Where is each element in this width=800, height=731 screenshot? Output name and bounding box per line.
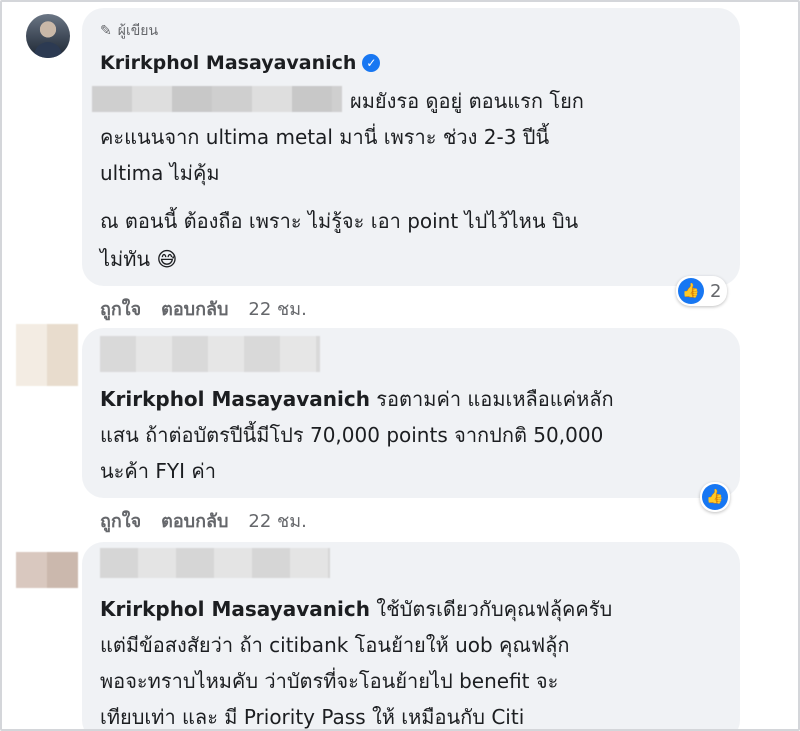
thumbs-up-icon: 👍 [702,484,728,510]
reaction-summary[interactable]: 👍 2 [676,276,728,306]
mention-name[interactable]: Krirkphol Masayavanich [100,597,370,621]
author-badge: ✎ ผู้เขียน [100,20,158,42]
verified-badge-icon: ✓ [362,54,381,72]
reaction-summary[interactable]: 👍 [700,482,730,512]
comment-text-line: ultima ไม่คุ้ม [100,161,220,185]
author-tag-label: ผู้เขียน [117,23,159,39]
comment-text-line: ไม่ทัน 😅 [100,247,178,271]
comment-text-line: นะค้า FYI ค่า [100,459,216,483]
comment-text-line: ณ ตอนนี้ ต้องถือ เพราะ ไม่รู้จะ เอา poin… [100,209,579,233]
thumbs-up-icon: 👍 [678,278,704,304]
reply-button[interactable]: ตอบกลับ [161,506,228,535]
comment-text-line: คะแนนจาก ultima metal มานี่ เพราะ ช่วง 2… [100,125,550,149]
comment-text-line: พอจะทราบไหมคับ ว่าบัตรที่จะโอนย้ายไป ben… [100,669,559,693]
comment-text-line: Krirkphol Masayavanich รอตามค่า แอมเหลือ… [100,380,614,418]
user-avatar-redacted[interactable] [16,552,78,588]
reply-button[interactable]: ตอบกลับ [161,294,228,323]
user-avatar-redacted[interactable] [16,324,78,386]
comment-timestamp[interactable]: 22 ชม. [248,294,306,323]
comment-actions: ถูกใจ ตอบกลับ 22 ชม. [100,506,307,535]
author-name[interactable]: Krirkphol Masayavanich [100,52,356,74]
like-button[interactable]: ถูกใจ [100,294,141,323]
comment-thread: ✎ ผู้เขียน Krirkphol Masayavanich ✓ ผมยั… [0,0,800,731]
comment-actions: ถูกใจ ตอบกลับ 22 ชม. [100,294,307,323]
comment-text-line: เทียบเท่า และ มี Priority Pass ให้ เหมือ… [100,705,525,729]
redacted-mention [92,86,342,112]
comment-text-line: ผมยังรอ ดูอยู่ ตอนแรก โยก [350,89,584,113]
redacted-username [100,336,320,372]
comment-text: รอตามค่า แอมเหลือแค่หลัก [376,387,614,411]
like-button[interactable]: ถูกใจ [100,506,141,535]
reaction-count: 2 [710,280,722,302]
redacted-username [100,548,330,578]
comment-text: ใช้บัตรเดียวกับคุณฟลุ้คครับ [376,597,613,621]
comment-text-line: Krirkphol Masayavanich ใช้บัตรเดียวกับคุ… [100,590,612,628]
pen-icon: ✎ [100,23,112,39]
comment-author-name[interactable]: Krirkphol Masayavanich ✓ [100,52,381,74]
author-avatar[interactable] [26,14,70,58]
comment-timestamp[interactable]: 22 ชม. [248,506,306,535]
comment-text-line: แต่มีข้อสงสัยว่า ถ้า citibank โอนย้ายให้… [100,633,570,657]
mention-name[interactable]: Krirkphol Masayavanich [100,387,370,411]
comment-text-line: แสน ถ้าต่อบัตรปีนี้มีโปร 70,000 points จ… [100,423,604,447]
